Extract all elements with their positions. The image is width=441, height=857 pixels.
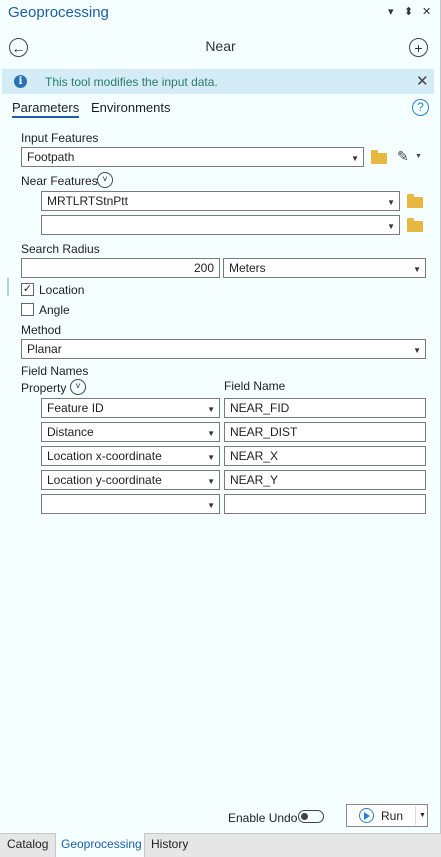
pane-menu-icon[interactable]: ▾ [388,5,394,18]
property-select[interactable]: Feature ID ▼ [41,398,220,418]
enable-undo-label: Enable Undo [228,811,298,825]
chevron-down-icon: ▼ [413,346,421,355]
chevron-down-icon: ▼ [387,222,395,231]
field-name-input[interactable]: NEAR_DIST [224,422,426,442]
run-button[interactable]: Run ▼ [346,804,428,827]
near-features-select-1[interactable]: MRTLRTStnPtt ▼ [41,191,400,211]
chevron-down-icon: ▼ [207,429,215,438]
input-features-select[interactable]: Footpath ▼ [21,147,364,167]
search-radius-input[interactable]: 200 [21,258,220,278]
tab-history[interactable]: History [151,837,188,851]
chevron-down-icon: ▼ [207,477,215,486]
search-radius-label: Search Radius [21,242,100,256]
location-checkbox[interactable]: ✓ [21,283,34,296]
collapse-field-names-icon[interactable]: ˅ [70,379,86,395]
info-icon: i [14,75,27,88]
angle-label: Angle [39,303,70,317]
property-value: Location y-coordinate [47,473,162,487]
chevron-down-icon: ▼ [387,198,395,207]
play-icon [359,808,374,823]
field-name-input[interactable]: NEAR_FID [224,398,426,418]
folder-icon[interactable] [407,218,423,232]
pencil-dropdown-icon[interactable]: ▼ [415,153,422,160]
geoprocessing-pane: Geoprocessing ▾ ⬍ ✕ ← Near + i This tool… [0,0,441,833]
tab-geoprocessing[interactable]: Geoprocessing [61,837,142,851]
method-select[interactable]: Planar ▼ [21,339,426,359]
chevron-down-icon: ▼ [207,501,215,510]
tab-catalog[interactable]: Catalog [7,837,48,851]
field-name-header: Field Name [224,379,286,393]
pane-title: Geoprocessing [8,4,109,21]
near-features-select-2[interactable]: ▼ [41,215,400,235]
property-select[interactable]: ▼ [41,494,220,514]
add-icon[interactable]: + [409,38,428,57]
help-icon[interactable]: ? [412,99,429,116]
chevron-down-icon: ▼ [413,265,421,274]
field-names-label: Field Names [21,364,89,378]
pencil-icon[interactable]: ✎ [397,148,409,165]
run-label: Run [381,809,404,823]
angle-checkbox[interactable] [21,303,34,316]
close-pane-icon[interactable]: ✕ [422,5,431,18]
chevron-down-icon: ▼ [351,154,359,163]
chevron-down-icon: ▼ [207,405,215,414]
tab-environments[interactable]: Environments [91,100,170,115]
field-name-input[interactable] [224,494,426,514]
folder-icon[interactable] [407,194,423,208]
info-message: This tool modifies the input data. [45,75,218,89]
focus-indicator [7,278,9,296]
near-features-label: Near Features [21,174,98,188]
folder-icon[interactable] [371,150,387,164]
input-features-label: Input Features [21,131,99,145]
location-label: Location [39,283,85,297]
field-name-input[interactable]: NEAR_X [224,446,426,466]
tab-parameters[interactable]: Parameters [12,100,80,118]
chevron-down-icon: ▼ [207,453,215,462]
input-features-value: Footpath [27,150,75,164]
collapse-near-features-icon[interactable]: ˅ [97,172,113,188]
property-select[interactable]: Location y-coordinate ▼ [41,470,220,490]
dismiss-info-icon[interactable]: ✕ [416,72,429,90]
property-value: Distance [47,425,94,439]
property-value: Feature ID [47,401,104,415]
run-options-icon[interactable]: ▼ [419,812,426,819]
tool-title: Near [205,38,236,54]
pin-icon[interactable]: ⬍ [404,5,413,18]
search-radius-unit-select[interactable]: Meters ▼ [223,258,426,278]
search-radius-unit-value: Meters [229,261,266,275]
enable-undo-toggle[interactable] [298,810,324,823]
method-value: Planar [27,342,62,356]
run-divider [415,806,416,825]
property-value: Location x-coordinate [47,449,162,463]
near-features-value-1: MRTLRTStnPtt [47,194,128,208]
property-header: Property [21,381,67,395]
method-label: Method [21,323,62,337]
property-select[interactable]: Distance ▼ [41,422,220,442]
property-select[interactable]: Location x-coordinate ▼ [41,446,220,466]
field-name-input[interactable]: NEAR_Y [224,470,426,490]
